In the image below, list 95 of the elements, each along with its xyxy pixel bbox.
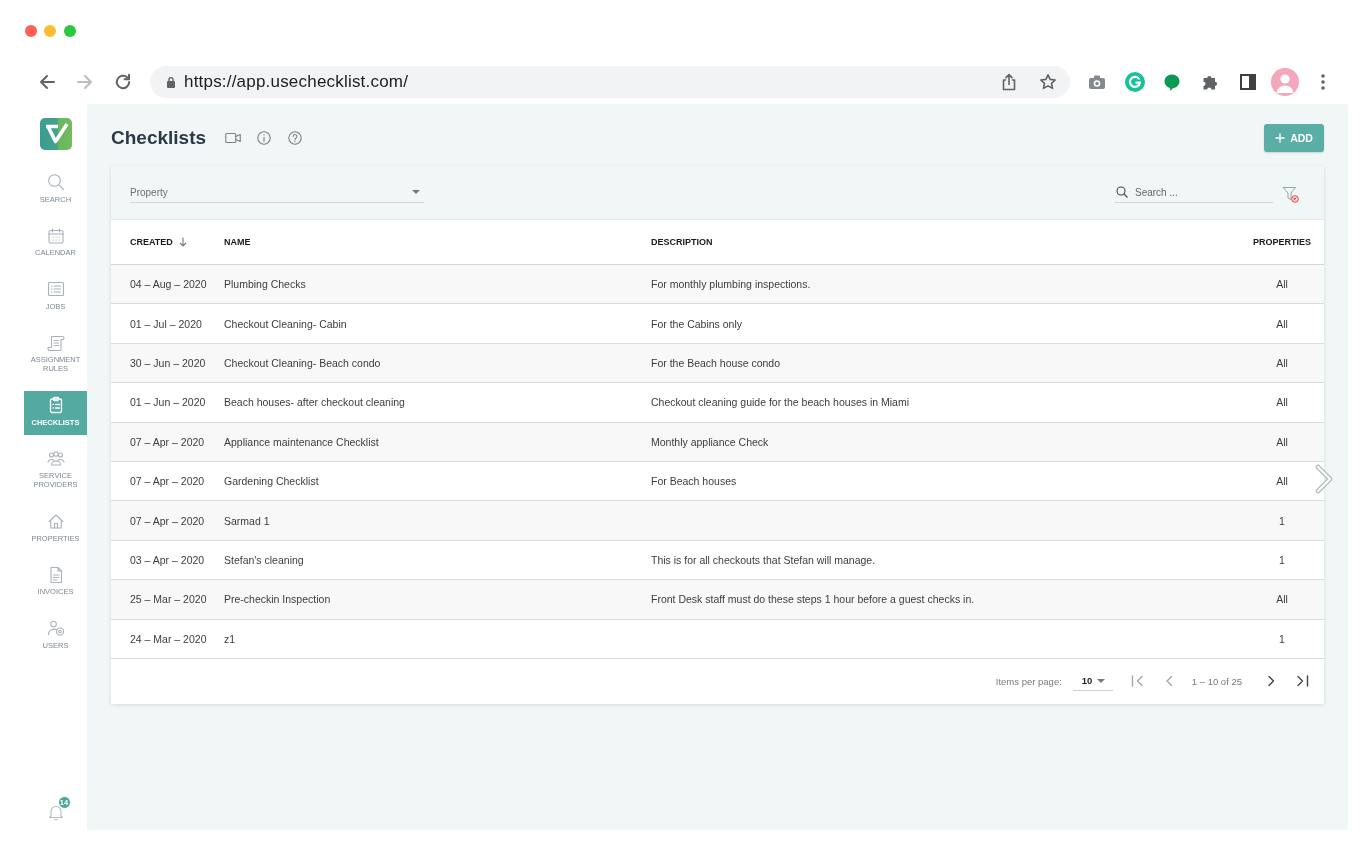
caret-icon bbox=[412, 190, 420, 194]
lock-icon bbox=[166, 76, 176, 88]
camera-icon[interactable] bbox=[1087, 74, 1106, 90]
column-header[interactable]: PROPERTIES bbox=[1252, 237, 1312, 247]
table-cell-text: This is for all checkouts that Stefan will manage. bbox=[651, 553, 877, 566]
plus-icon bbox=[1275, 133, 1286, 143]
table-cell-text: 03 – Apr – 2020 bbox=[130, 553, 206, 566]
table-cell-text: Front Desk staff must do these steps 1 hour before a guest checks in. bbox=[651, 593, 976, 606]
minimize-window-icon[interactable] bbox=[44, 25, 56, 37]
table-cell-text: All bbox=[1275, 435, 1289, 448]
reload-icon[interactable] bbox=[114, 73, 132, 91]
table-cell-text: 24 – Mar – 2020 bbox=[130, 632, 208, 645]
page-title: Checklists bbox=[111, 126, 207, 150]
column-header[interactable]: NAME bbox=[224, 237, 651, 247]
column-header[interactable]: DESCRIPTION bbox=[651, 237, 1252, 247]
table-cell-text: All bbox=[1275, 278, 1289, 291]
table-cell-text: 01 – Jun – 2020 bbox=[130, 396, 207, 409]
table-cell-text: 1 bbox=[1278, 632, 1286, 645]
table-cell-text: For the Cabins only bbox=[651, 317, 744, 330]
close-window-icon[interactable] bbox=[25, 25, 37, 37]
table-cell-text: For monthly plumbing inspections. bbox=[651, 278, 812, 291]
table-row[interactable]: 01 – Jul – 2020 Checkout Cleaning- Cabin For the Cabins only All bbox=[111, 304, 1324, 344]
table-cell-text: Gardening Checklist bbox=[224, 475, 320, 488]
check-logo-icon[interactable] bbox=[40, 118, 72, 150]
table-cell-text: Appliance maintenance Checklist bbox=[224, 435, 380, 448]
table-cell-text: Stefan's cleaning bbox=[224, 553, 305, 566]
circular-logo-icon[interactable] bbox=[1124, 72, 1145, 92]
table-cell-text: 07 – Apr – 2020 bbox=[130, 475, 206, 488]
property-select[interactable]: Property bbox=[130, 182, 424, 203]
table-cell-text: 07 – Apr – 2020 bbox=[130, 514, 206, 527]
list-icon bbox=[46, 280, 65, 298]
caret-icon bbox=[1097, 678, 1106, 683]
last-page-icon[interactable] bbox=[1296, 675, 1309, 688]
search-field[interactable]: Search ... bbox=[1115, 182, 1273, 203]
table-row[interactable]: 03 – Apr – 2020 Stefan's cleaning This is for all checkouts that Stefan will manage. 1 bbox=[111, 540, 1324, 581]
table-row[interactable]: 30 – Jun – 2020 Checkout Cleaning- Beach condo For the Beach house condo All bbox=[111, 343, 1324, 384]
table-cell-text: Checkout Cleaning- Beach condo bbox=[224, 356, 382, 369]
table-row[interactable]: 01 – Jun – 2020 Beach houses- after checkout cleaning Checkout cleaning guide for the beach houses in Miami All bbox=[111, 383, 1324, 423]
star-icon[interactable] bbox=[1039, 73, 1057, 91]
table-cell-text: 04 – Aug – 2020 bbox=[130, 278, 208, 291]
column-header[interactable]: CREATED bbox=[130, 237, 224, 247]
people-icon bbox=[46, 449, 65, 468]
url-text: https://app.usechecklist.com/ bbox=[184, 72, 410, 92]
share-icon[interactable] bbox=[1001, 73, 1017, 91]
table-cell-text: All bbox=[1275, 356, 1289, 369]
address-bar[interactable]: https://app.usechecklist.com/ bbox=[150, 66, 1070, 98]
search-icon bbox=[1116, 185, 1128, 198]
table-cell-text: z1 bbox=[224, 632, 237, 645]
search-icon bbox=[46, 173, 65, 191]
speech-bubble-icon[interactable] bbox=[1163, 72, 1182, 92]
items-per-page-label: Items per page: bbox=[995, 675, 1062, 687]
table-cell-text: All bbox=[1275, 475, 1289, 488]
clear-filter-icon[interactable] bbox=[1282, 186, 1299, 203]
video-camera-icon[interactable] bbox=[225, 132, 242, 144]
scroll-icon bbox=[46, 333, 65, 352]
table-cell-text: All bbox=[1275, 593, 1289, 606]
table-cell-text: 1 bbox=[1278, 514, 1286, 527]
page-size-select[interactable]: 10 bbox=[1072, 671, 1113, 692]
next-page-icon[interactable] bbox=[1267, 675, 1276, 688]
back-arrow-icon[interactable] bbox=[38, 73, 56, 91]
avatar-icon[interactable] bbox=[1271, 68, 1300, 96]
table-cell-text: All bbox=[1275, 396, 1289, 409]
table-cell-text: All bbox=[1275, 317, 1289, 330]
table-row[interactable]: 07 – Apr – 2020 Sarmad 1 1 bbox=[111, 501, 1324, 541]
info-icon[interactable] bbox=[257, 131, 272, 145]
table-row[interactable]: 04 – Aug – 2020 Plumbing Checks For monthly plumbing inspections. All bbox=[111, 265, 1324, 305]
table-row[interactable]: 07 – Apr – 2020 Appliance maintenance Checklist Monthly appliance Check All bbox=[111, 422, 1324, 462]
table-cell-text: Checkout cleaning guide for the beach houses in Miami bbox=[651, 396, 910, 409]
house-icon bbox=[46, 512, 65, 530]
table-cell-text: 30 – Jun – 2020 bbox=[130, 356, 207, 369]
table-cell-text: Checkout Cleaning- Cabin bbox=[224, 317, 348, 330]
table-cell-text: Pre-checkin Inspection bbox=[224, 593, 332, 606]
calendar-icon bbox=[46, 226, 65, 245]
table-cell-text: Sarmad 1 bbox=[224, 514, 271, 527]
table-cell-text: Monthly appliance Check bbox=[651, 435, 770, 448]
help-icon[interactable] bbox=[288, 131, 303, 145]
bell-icon[interactable] bbox=[46, 803, 65, 821]
maximize-window-icon[interactable] bbox=[64, 25, 76, 37]
table-cell-text: 01 – Jul – 2020 bbox=[130, 317, 203, 330]
table-row[interactable]: 24 – Mar – 2020 z1 1 bbox=[111, 619, 1324, 659]
sort-descending-icon[interactable] bbox=[178, 237, 187, 247]
sidebar-panel-icon[interactable] bbox=[1239, 74, 1256, 90]
table-cell-text: For the Beach house condo bbox=[651, 356, 781, 369]
table-cell-text: 1 bbox=[1278, 553, 1286, 566]
table-cell-text: For Beach houses bbox=[651, 475, 738, 488]
table-cell-text: Plumbing Checks bbox=[224, 278, 307, 291]
table-cell-text: 25 – Mar – 2020 bbox=[130, 593, 208, 606]
page-range-text: 1 – 10 of 25 bbox=[1191, 675, 1242, 687]
user-gear-icon bbox=[46, 619, 65, 637]
table-row[interactable]: 07 – Apr – 2020 Gardening Checklist For Beach houses All bbox=[111, 461, 1324, 502]
chevron-right-icon[interactable] bbox=[1315, 464, 1333, 494]
table-row[interactable]: 25 – Mar – 2020 Pre-checkin Inspection Front Desk staff must do these steps 1 hour before a guest checks in. All bbox=[111, 580, 1324, 620]
table-cell-text: 07 – Apr – 2020 bbox=[130, 435, 206, 448]
table-cell-text: Beach houses- after checkout cleaning bbox=[224, 396, 406, 409]
kebab-menu-icon[interactable] bbox=[1320, 74, 1325, 90]
